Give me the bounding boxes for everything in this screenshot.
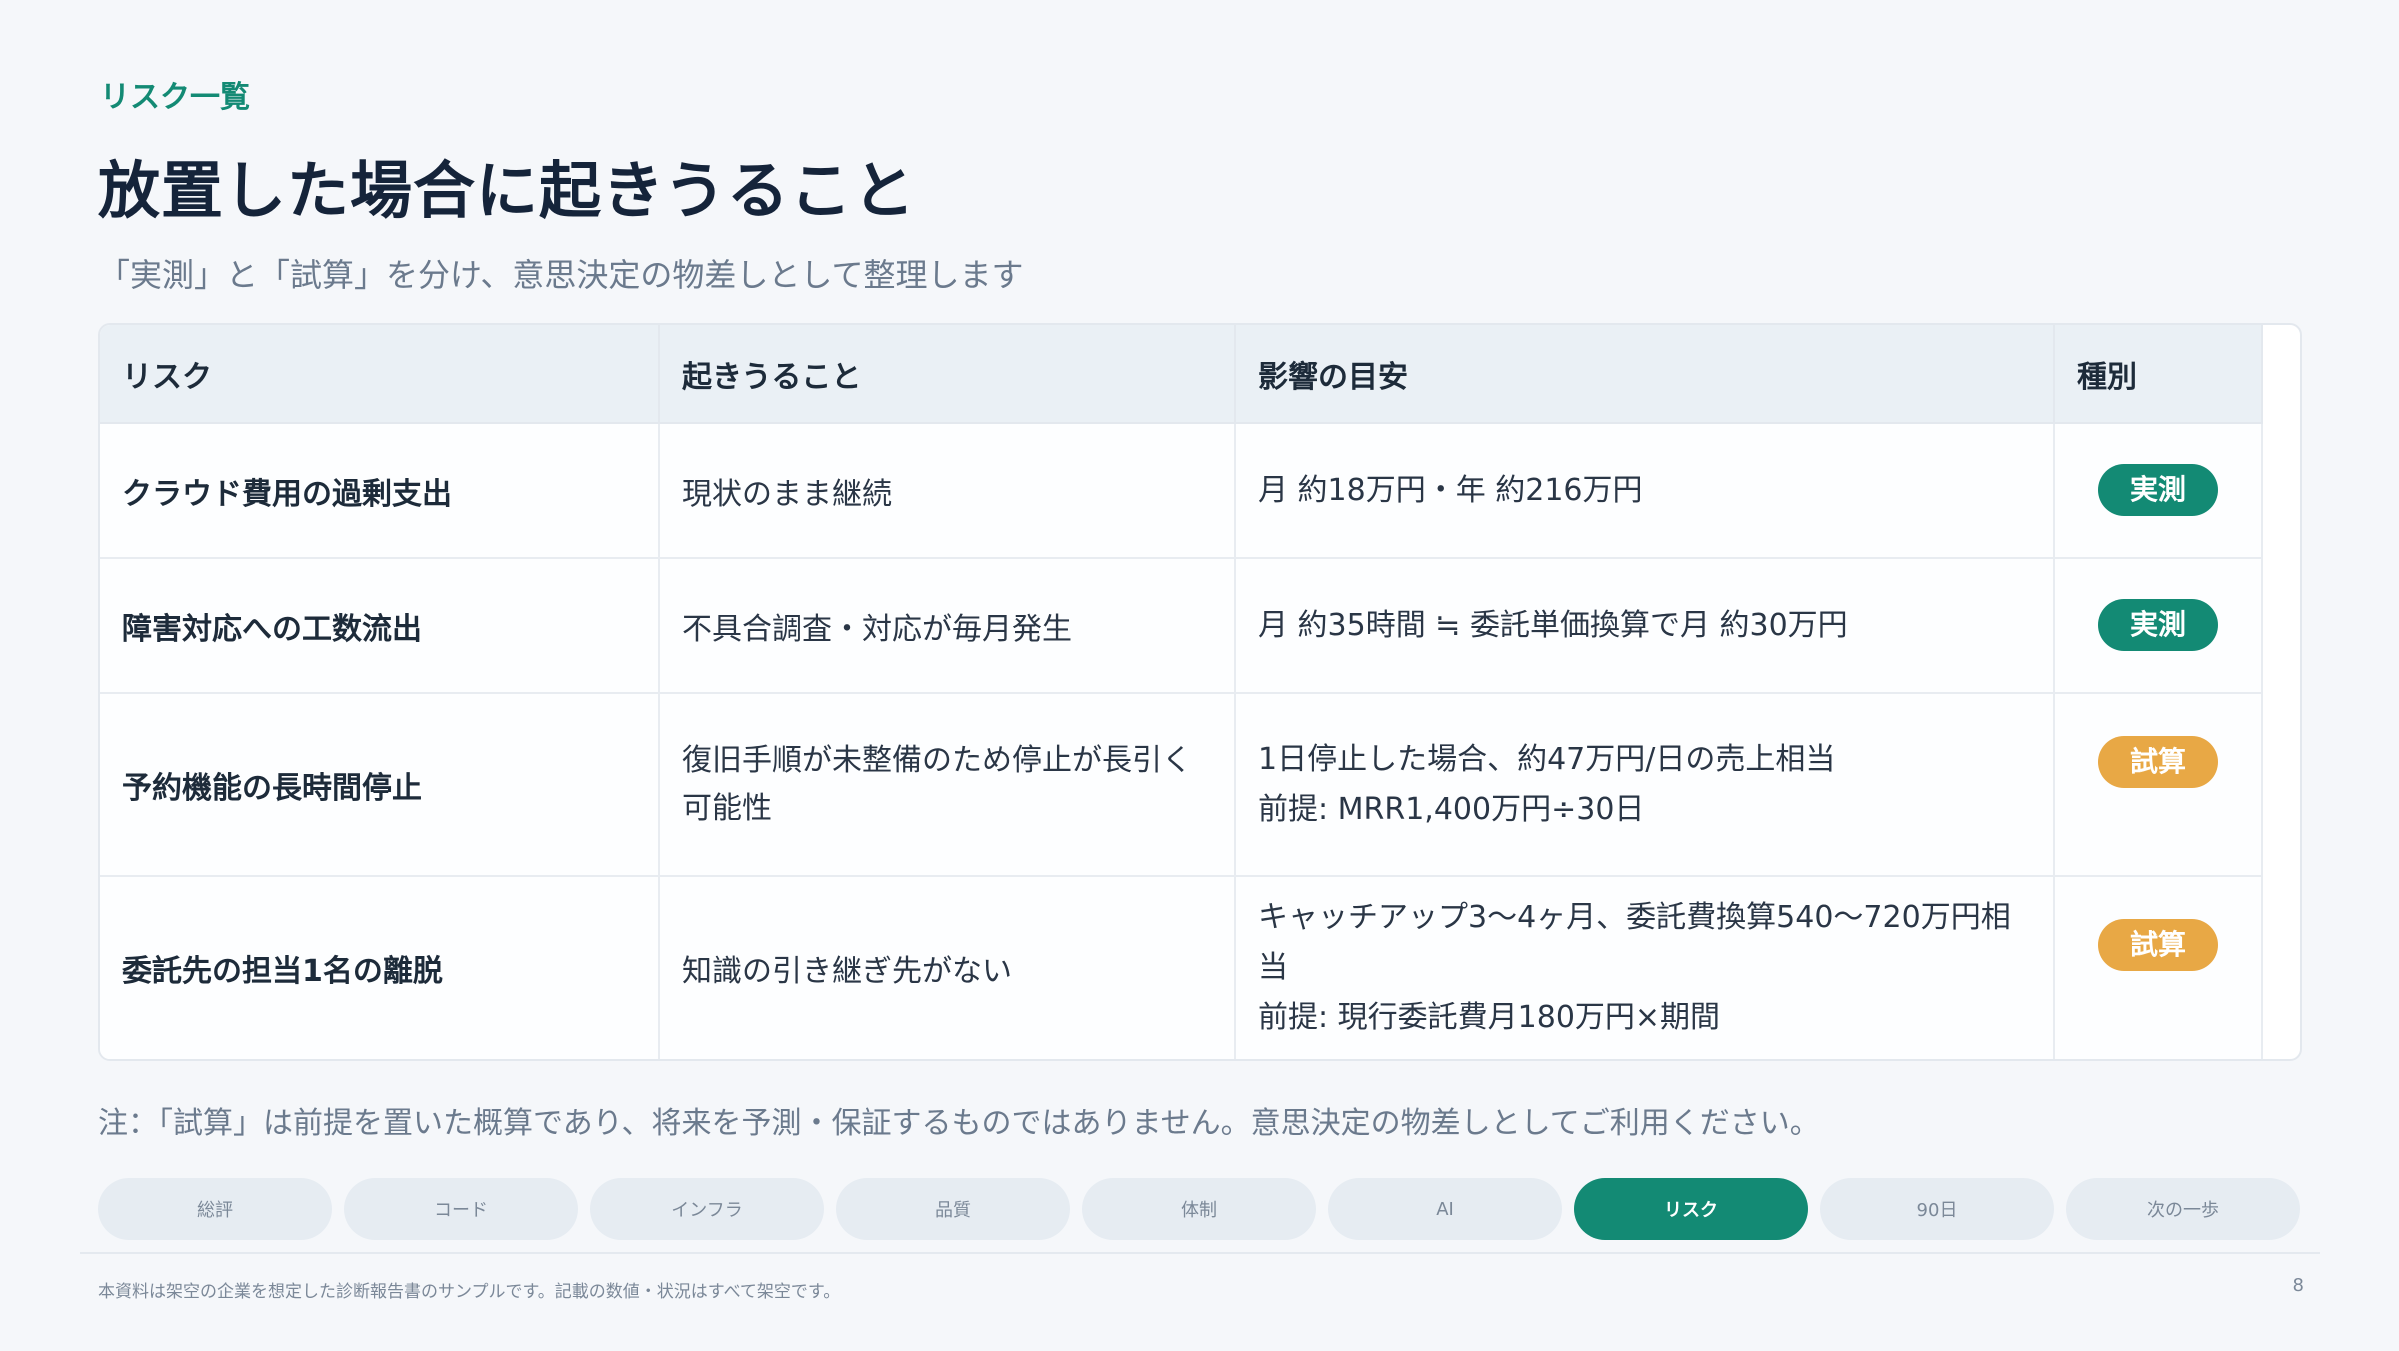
nav-item-90days[interactable]: 90日 [1820,1178,2054,1240]
page-subtitle: 「実測」と「試算」を分け、意思決定の物差しとして整理します [98,256,1024,294]
type-cell: 試算 [2054,876,2263,1059]
risk-name: クラウド費用の過剰支出 [100,423,660,559]
impact-text: 月 約35時間 ≒ 委託単価換算で月 約30万円 [1258,607,1848,643]
slide: リスク一覧 放置した場合に起きうること 「実測」と「試算」を分け、意思決定の物差… [0,0,2399,1351]
table-row: 障害対応への工数流出 不具合調査・対応が毎月発生 月 約35時間 ≒ 委託単価換… [100,558,2263,694]
column-header-impact: 影響の目安 [1235,325,2055,424]
table-row: 委託先の担当1名の離脱 知識の引き継ぎ先がない キャッチアップ3〜4ヶ月、委託費… [100,876,2263,1059]
table-header-row: リスク 起きうること 影響の目安 種別 [100,325,2263,424]
occurrence-cell: 現状のまま継続 [659,423,1236,559]
nav-item-summary[interactable]: 総評 [98,1178,332,1240]
impact-cell: 月 約35時間 ≒ 委託単価換算で月 約30万円 [1235,558,2055,694]
impact-cell: 1日停止した場合、約47万円/日の売上相当 前提: MRR1,400万円÷30日 [1235,693,2055,877]
type-badge-estimate: 試算 [2098,736,2218,788]
nav-item-code[interactable]: コード [344,1178,578,1240]
impact-premise: 前提: 現行委託費月180万円×期間 [1258,1000,1721,1035]
type-badge-measured: 実測 [2098,599,2218,651]
nav-item-infra[interactable]: インフラ [590,1178,824,1240]
occurrence-text: 知識の引き継ぎ先がない [682,954,1012,989]
type-badge-measured: 実測 [2098,464,2218,516]
type-badge-estimate: 試算 [2098,919,2218,971]
footer-divider [80,1252,2320,1254]
occurrence-text-line1: 復旧手順が未整備のため停止が長引く [682,742,1192,778]
table-row: クラウド費用の過剰支出 現状のまま継続 月 約18万円・年 約216万円 実測 [100,423,2263,559]
impact-cell: 月 約18万円・年 約216万円 [1235,423,2055,559]
occurrence-cell: 復旧手順が未整備のため停止が長引く 可能性 [659,693,1236,877]
impact-text: 月 約18万円・年 約216万円 [1258,472,1643,508]
risk-table-card: リスク 起きうること 影響の目安 種別 クラウド費用の過剰支出 現状のまま継続 … [98,323,2302,1061]
section-label: リスク一覧 [100,80,250,115]
column-header-type: 種別 [2054,325,2263,424]
nav-item-organization[interactable]: 体制 [1082,1178,1316,1240]
impact-premise: 前提: MRR1,400万円÷30日 [1258,791,1645,827]
occurrence-text: 現状のまま継続 [682,476,892,512]
type-cell: 実測 [2054,423,2263,559]
page-title: 放置した場合に起きうること [98,154,916,227]
occurrence-text: 不具合調査・対応が毎月発生 [682,611,1072,647]
risk-name: 予約機能の長時間停止 [100,693,660,877]
section-nav: 総評 コード インフラ 品質 体制 AI リスク 90日 次の一歩 [98,1178,2300,1240]
occurrence-cell: 知識の引き継ぎ先がない [659,876,1236,1059]
column-header-occurrence: 起きうること [659,325,1236,424]
occurrence-cell: 不具合調査・対応が毎月発生 [659,558,1236,694]
nav-item-ai[interactable]: AI [1328,1178,1562,1240]
risk-name: 障害対応への工数流出 [100,558,660,694]
nav-item-quality[interactable]: 品質 [836,1178,1070,1240]
type-cell: 実測 [2054,558,2263,694]
risk-table: リスク 起きうること 影響の目安 種別 クラウド費用の過剰支出 現状のまま継続 … [100,325,2263,1059]
page-number: 8 [2292,1275,2304,1296]
footer-disclaimer: 本資料は架空の企業を想定した診断報告書のサンプルです。記載の数値・状況はすべて架… [98,1282,841,1302]
impact-text: キャッチアップ3〜4ヶ月、委託費換算540〜720万円相当 [1258,900,2011,985]
disclaimer-note: 注：「試算」は前提を置いた概算であり、将来を予測・保証するものではありません。意… [98,1106,1820,1141]
nav-item-risk[interactable]: リスク [1574,1178,1808,1240]
impact-text: 1日停止した場合、約47万円/日の売上相当 [1258,741,1836,777]
occurrence-text-line2: 可能性 [682,790,772,826]
risk-name: 委託先の担当1名の離脱 [100,876,660,1059]
column-header-risk: リスク [100,325,660,424]
impact-cell: キャッチアップ3〜4ヶ月、委託費換算540〜720万円相当 前提: 現行委託費月… [1235,876,2055,1059]
nav-item-next-step[interactable]: 次の一歩 [2066,1178,2300,1240]
type-cell: 試算 [2054,693,2263,877]
table-row: 予約機能の長時間停止 復旧手順が未整備のため停止が長引く 可能性 1日停止した場… [100,693,2263,877]
